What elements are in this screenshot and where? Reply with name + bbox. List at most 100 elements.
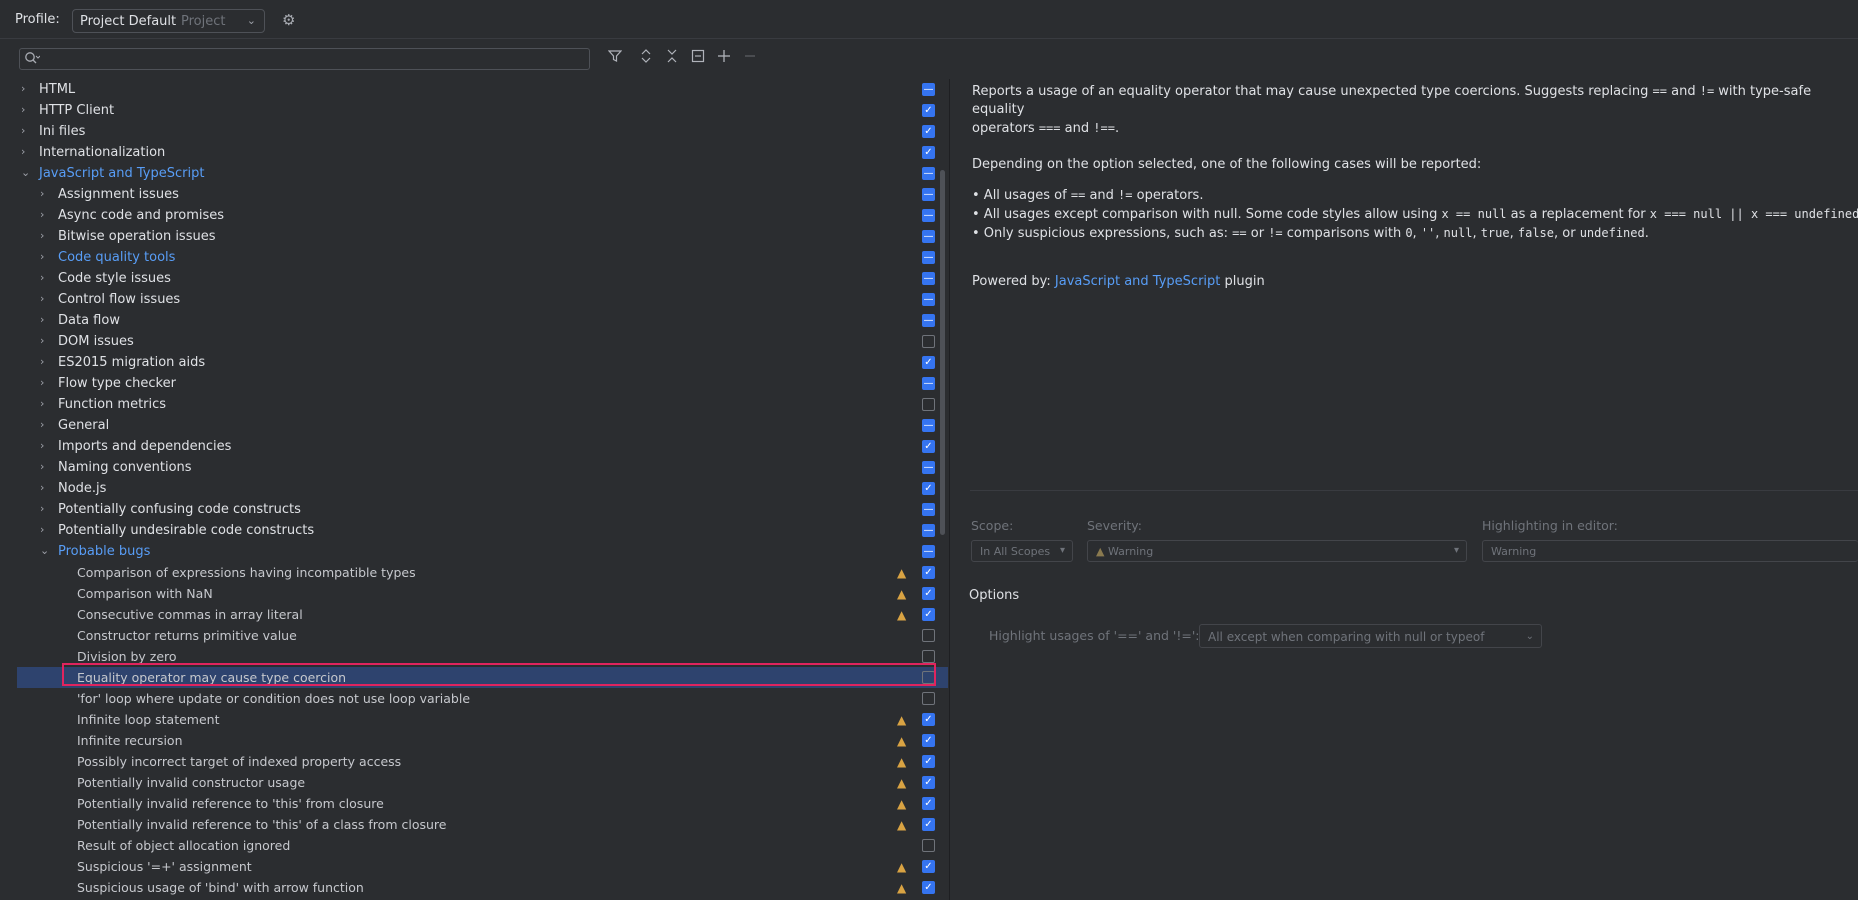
chevron-right-icon[interactable]: › bbox=[21, 145, 33, 158]
tree-row[interactable]: Constructor returns primitive value bbox=[17, 625, 948, 646]
tree-row[interactable]: › Ini files ✓ bbox=[17, 121, 948, 142]
enable-checkbox[interactable]: ✓ bbox=[922, 482, 935, 495]
tree-row[interactable]: › HTTP Client ✓ bbox=[17, 100, 948, 121]
enable-checkbox[interactable]: ✓ bbox=[922, 818, 935, 831]
tree-row[interactable]: Suspicious '=+' assignment ▲ ✓ bbox=[17, 856, 948, 877]
tree-row[interactable]: Potentially invalid reference to 'this' … bbox=[17, 793, 948, 814]
enable-checkbox[interactable]: ✓ bbox=[922, 755, 935, 768]
tree-row[interactable]: › Function metrics bbox=[17, 394, 948, 415]
enable-checkbox[interactable] bbox=[922, 671, 935, 684]
tree-row[interactable]: Infinite recursion ▲ ✓ bbox=[17, 730, 948, 751]
enable-checkbox[interactable]: ✓ bbox=[922, 566, 935, 579]
tree-row[interactable]: › Code style issues — bbox=[17, 268, 948, 289]
enable-checkbox[interactable]: — bbox=[922, 461, 935, 474]
chevron-right-icon[interactable]: › bbox=[40, 313, 52, 326]
enable-checkbox[interactable]: ✓ bbox=[922, 797, 935, 810]
tree-row[interactable]: Result of object allocation ignored bbox=[17, 835, 948, 856]
enable-checkbox[interactable] bbox=[922, 650, 935, 663]
chevron-right-icon[interactable]: › bbox=[40, 418, 52, 431]
chevron-right-icon[interactable]: › bbox=[21, 82, 33, 95]
enable-checkbox[interactable]: — bbox=[922, 167, 935, 180]
tree-row[interactable]: › Assignment issues — bbox=[17, 184, 948, 205]
highlighting-dropdown[interactable]: Warning bbox=[1482, 540, 1858, 562]
enable-checkbox[interactable]: — bbox=[922, 209, 935, 222]
enable-checkbox[interactable]: — bbox=[922, 188, 935, 201]
enable-checkbox[interactable]: — bbox=[922, 83, 935, 96]
chevron-right-icon[interactable]: › bbox=[40, 439, 52, 452]
tree-row[interactable]: › Control flow issues — bbox=[17, 289, 948, 310]
plugin-link[interactable]: JavaScript and TypeScript bbox=[1055, 274, 1220, 289]
chevron-right-icon[interactable]: › bbox=[40, 460, 52, 473]
enable-checkbox[interactable] bbox=[922, 398, 935, 411]
enable-checkbox[interactable]: — bbox=[922, 272, 935, 285]
tree-row[interactable]: › DOM issues bbox=[17, 331, 948, 352]
chevron-down-icon[interactable]: ⌄ bbox=[21, 166, 33, 179]
tree-row[interactable]: Consecutive commas in array literal ▲ ✓ bbox=[17, 604, 948, 625]
enable-checkbox[interactable]: ✓ bbox=[922, 146, 935, 159]
enable-checkbox[interactable]: — bbox=[922, 377, 935, 390]
chevron-right-icon[interactable]: › bbox=[40, 271, 52, 284]
tree-row[interactable]: Division by zero bbox=[17, 646, 948, 667]
tree-row[interactable]: › Data flow — bbox=[17, 310, 948, 331]
tree-row[interactable]: Potentially invalid constructor usage ▲ ✓ bbox=[17, 772, 948, 793]
enable-checkbox[interactable]: ✓ bbox=[922, 356, 935, 369]
tree-row[interactable]: Possibly incorrect target of indexed pro… bbox=[17, 751, 948, 772]
tree-row[interactable]: Infinite loop statement ▲ ✓ bbox=[17, 709, 948, 730]
chevron-right-icon[interactable]: › bbox=[40, 481, 52, 494]
chevron-right-icon[interactable]: › bbox=[40, 502, 52, 515]
enable-checkbox[interactable]: ✓ bbox=[922, 440, 935, 453]
enable-checkbox[interactable]: ✓ bbox=[922, 608, 935, 621]
tree-row[interactable]: › Code quality tools — bbox=[17, 247, 948, 268]
scope-dropdown[interactable]: In All Scopes ▾ bbox=[971, 540, 1073, 562]
tree-row[interactable]: › Imports and dependencies ✓ bbox=[17, 436, 948, 457]
enable-checkbox[interactable]: ✓ bbox=[922, 860, 935, 873]
reset-icon[interactable] bbox=[688, 49, 708, 69]
tree-row[interactable]: ⌄ JavaScript and TypeScript — bbox=[17, 163, 948, 184]
tree-row[interactable]: ⌄ Probable bugs — bbox=[17, 541, 948, 562]
tree-row[interactable]: › Bitwise operation issues — bbox=[17, 226, 948, 247]
add-icon[interactable] bbox=[714, 49, 734, 69]
tree-row[interactable]: › Internationalization ✓ bbox=[17, 142, 948, 163]
chevron-right-icon[interactable]: › bbox=[40, 229, 52, 242]
chevron-right-icon[interactable]: › bbox=[21, 124, 33, 137]
filter-icon[interactable] bbox=[605, 49, 625, 69]
enable-checkbox[interactable] bbox=[922, 692, 935, 705]
enable-checkbox[interactable]: — bbox=[922, 419, 935, 432]
severity-dropdown[interactable]: ▲ Warning ▾ bbox=[1087, 540, 1467, 562]
tree-row[interactable]: › Potentially confusing code constructs — bbox=[17, 499, 948, 520]
enable-checkbox[interactable]: ✓ bbox=[922, 104, 935, 117]
collapse-all-icon[interactable] bbox=[662, 49, 682, 69]
tree-row[interactable]: Comparison of expressions having incompa… bbox=[17, 562, 948, 583]
enable-checkbox[interactable] bbox=[922, 629, 935, 642]
tree-row[interactable]: › Naming conventions — bbox=[17, 457, 948, 478]
enable-checkbox[interactable]: — bbox=[922, 314, 935, 327]
chevron-right-icon[interactable]: › bbox=[40, 292, 52, 305]
tree-row[interactable]: › Potentially undesirable code constructs… bbox=[17, 520, 948, 541]
remove-icon[interactable] bbox=[740, 49, 760, 69]
enable-checkbox[interactable]: ✓ bbox=[922, 713, 935, 726]
enable-checkbox[interactable]: ✓ bbox=[922, 881, 935, 894]
enable-checkbox[interactable]: ✓ bbox=[922, 776, 935, 789]
enable-checkbox[interactable]: — bbox=[922, 524, 935, 537]
search-field[interactable] bbox=[19, 48, 590, 70]
enable-checkbox[interactable] bbox=[922, 839, 935, 852]
tree-row[interactable]: › Node.js ✓ bbox=[17, 478, 948, 499]
chevron-right-icon[interactable]: › bbox=[40, 334, 52, 347]
chevron-right-icon[interactable]: › bbox=[40, 355, 52, 368]
tree-row[interactable]: › ES2015 migration aids ✓ bbox=[17, 352, 948, 373]
tree-scrollbar[interactable] bbox=[940, 170, 945, 535]
option-highlight-dropdown[interactable]: All except when comparing with null or t… bbox=[1199, 624, 1542, 648]
enable-checkbox[interactable]: ✓ bbox=[922, 734, 935, 747]
tree-row[interactable]: › General — bbox=[17, 415, 948, 436]
tree-row[interactable]: Comparison with NaN ▲ ✓ bbox=[17, 583, 948, 604]
chevron-down-icon[interactable]: ⌄ bbox=[40, 544, 52, 557]
tree-row[interactable]: › Flow type checker — bbox=[17, 373, 948, 394]
gear-icon[interactable]: ⚙ bbox=[282, 11, 300, 29]
chevron-right-icon[interactable]: › bbox=[40, 187, 52, 200]
enable-checkbox[interactable]: — bbox=[922, 293, 935, 306]
tree-row[interactable]: 'for' loop where update or condition doe… bbox=[17, 688, 948, 709]
tree-row[interactable]: › Async code and promises — bbox=[17, 205, 948, 226]
profile-dropdown[interactable]: Project Default Project ⌄ bbox=[72, 9, 265, 33]
enable-checkbox[interactable]: ✓ bbox=[922, 125, 935, 138]
chevron-right-icon[interactable]: › bbox=[40, 523, 52, 536]
